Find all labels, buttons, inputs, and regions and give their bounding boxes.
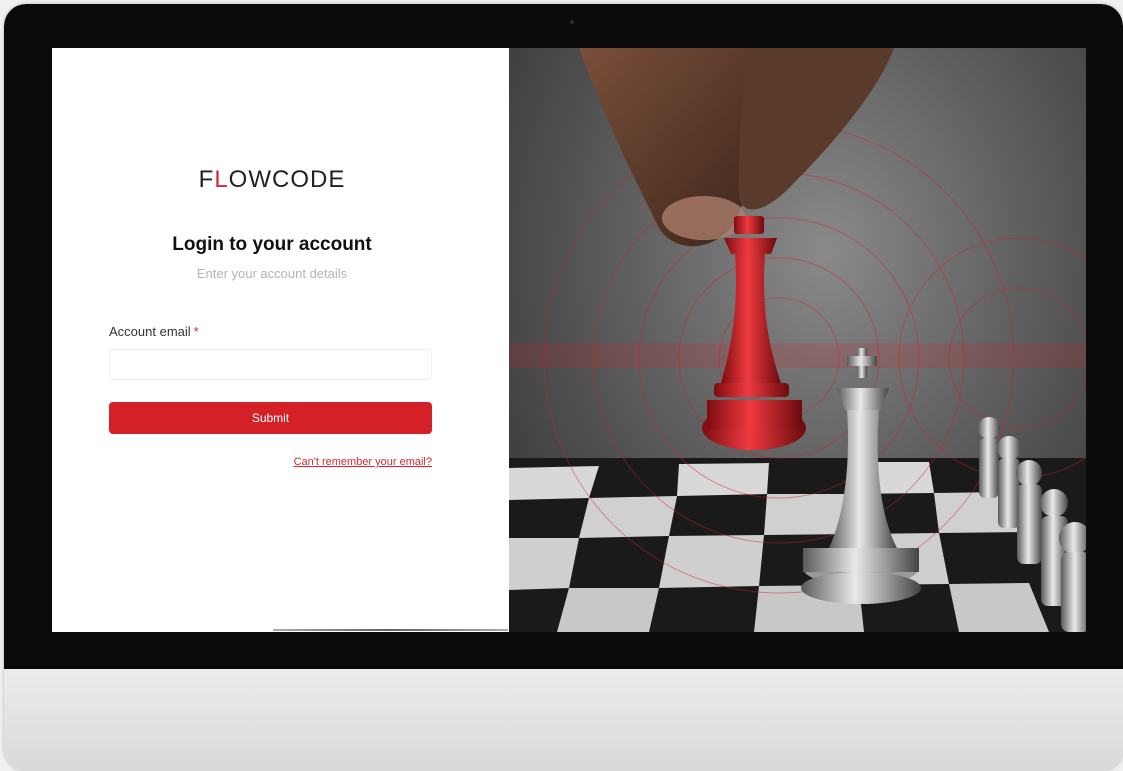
submit-button[interactable]: Submit xyxy=(109,402,432,434)
flowcode-logo: FLOWCODE xyxy=(198,166,346,193)
camera-icon xyxy=(570,20,574,24)
page-title: Login to your account xyxy=(172,234,372,255)
loading-bar xyxy=(273,629,508,631)
login-panel: FLOWCODE Login to your account Enter you… xyxy=(52,48,508,632)
screen: FLOWCODE Login to your account Enter you… xyxy=(52,48,1086,632)
email-label: Account email * xyxy=(109,324,199,339)
hero-image xyxy=(509,48,1086,632)
forgot-email-link[interactable]: Can't remember your email? xyxy=(294,456,432,468)
monitor-chin xyxy=(4,669,1123,771)
chess-illustration xyxy=(509,48,1086,632)
monitor-bezel: FLOWCODE Login to your account Enter you… xyxy=(4,4,1123,669)
imac-monitor: FLOWCODE Login to your account Enter you… xyxy=(4,4,1123,771)
required-asterisk: * xyxy=(193,324,199,339)
page-subtitle: Enter your account details xyxy=(196,266,348,281)
email-field[interactable] xyxy=(109,349,432,380)
red-king-piece xyxy=(702,216,806,450)
